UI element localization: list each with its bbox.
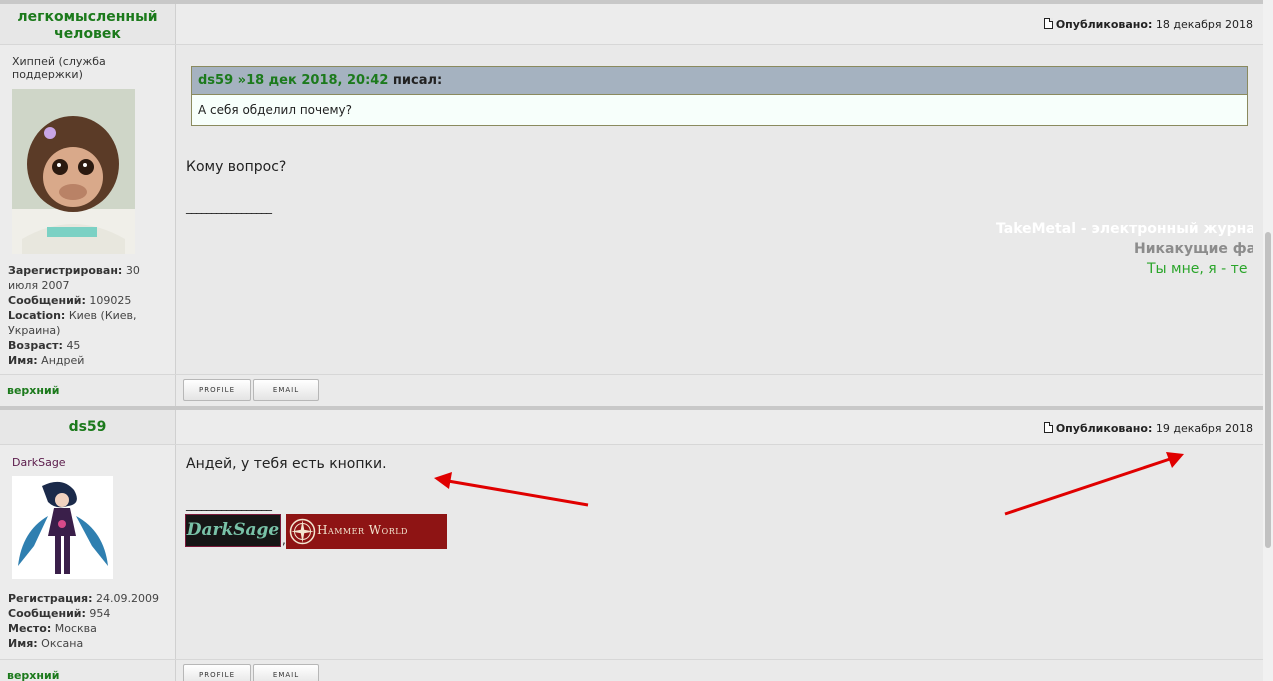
annotation-overlay (434, 452, 1184, 516)
vertical-scrollbar[interactable] (1263, 0, 1273, 681)
red-arrow-right (1004, 452, 1184, 516)
forum-frame: легкомысленный человек Опубликовано: 18 … (0, 0, 1263, 681)
scrollbar-thumb[interactable] (1265, 232, 1271, 548)
red-arrow-left (434, 472, 589, 507)
